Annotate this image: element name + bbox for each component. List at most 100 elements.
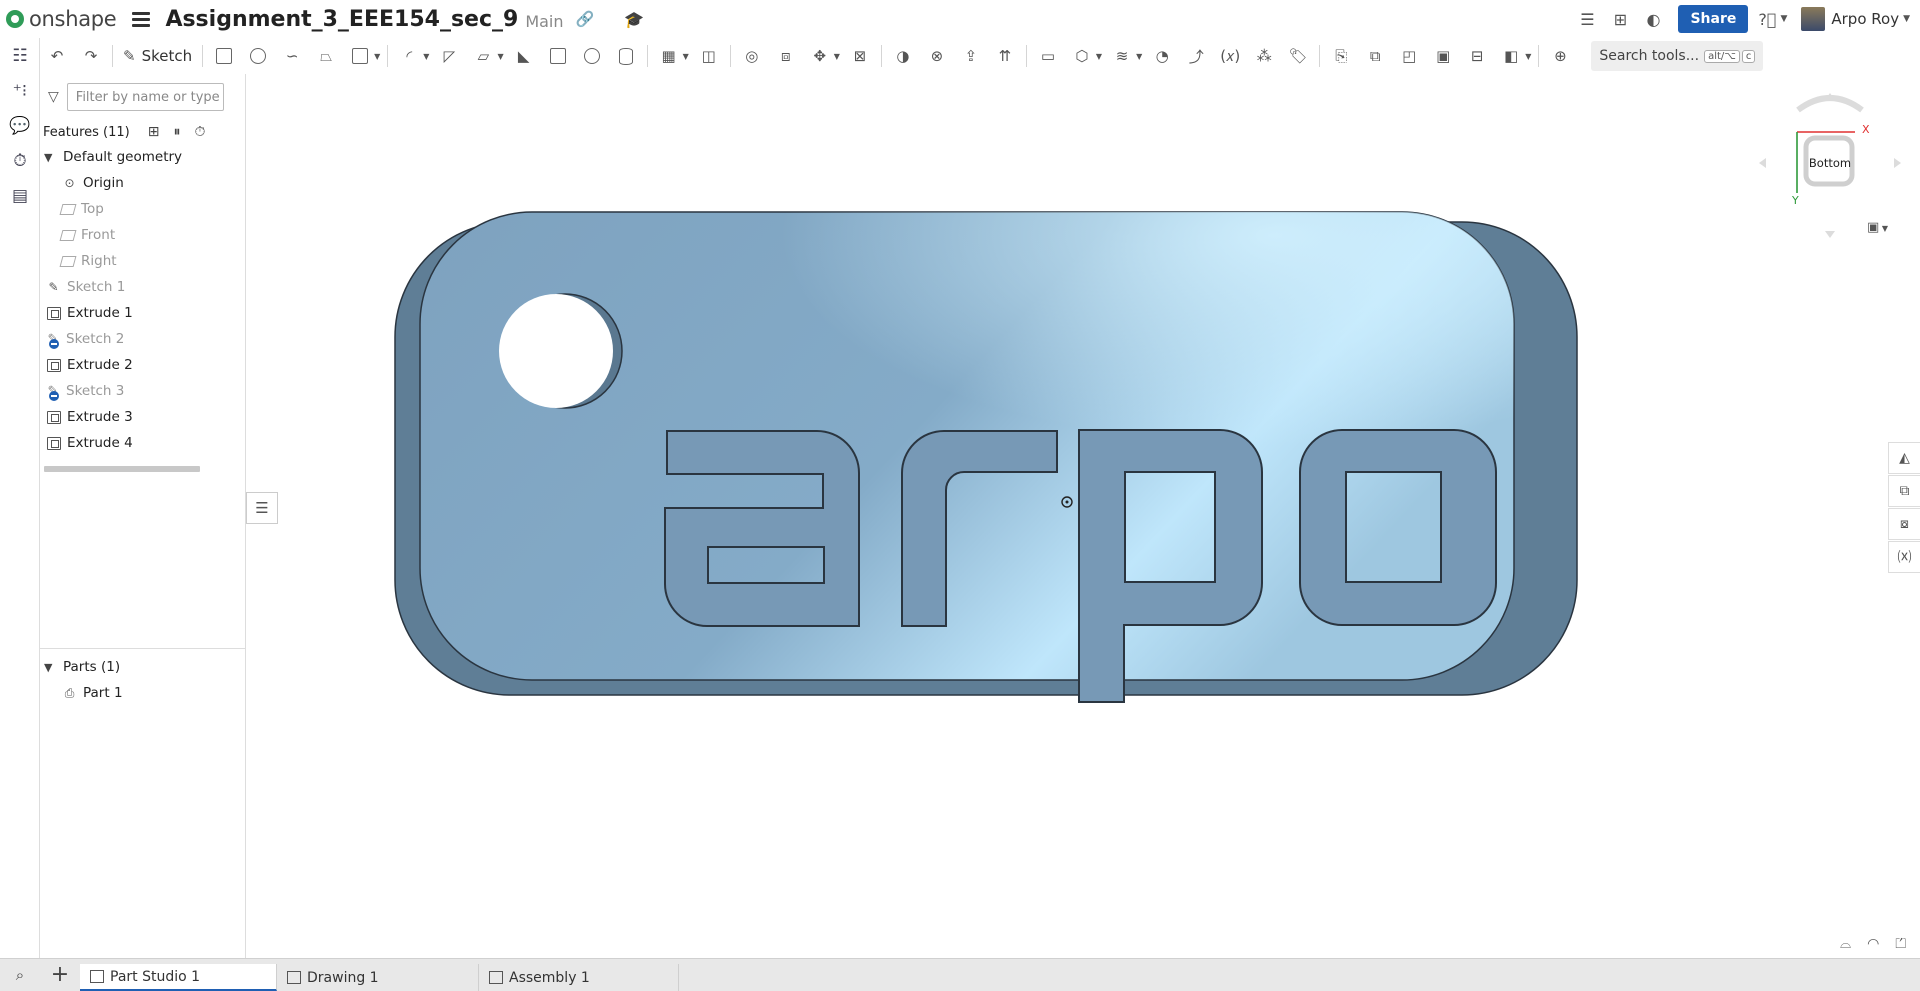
bill-of-materials-icon[interactable]: ▤ — [0, 178, 40, 213]
sheet-metal-icon[interactable]: ⎘ — [1327, 42, 1355, 70]
keyring-hole[interactable] — [499, 294, 613, 408]
add-tab-button[interactable]: + — [40, 958, 80, 991]
appearance-icon[interactable]: ◭ — [1888, 442, 1920, 474]
tree-item-extrude-3[interactable]: Extrude 3 — [40, 404, 245, 430]
search-tools-input[interactable]: Search tools... alt/⌥ c — [1591, 41, 1764, 71]
arrow-left-icon[interactable] — [1759, 158, 1766, 168]
chevron-down-icon[interactable]: ▼ — [44, 661, 58, 674]
tree-item-right[interactable]: Right — [40, 248, 245, 274]
revolve-icon[interactable] — [244, 42, 272, 70]
fillet-icon[interactable]: ◜ — [395, 42, 423, 70]
modify-fillet-icon[interactable]: ◑ — [889, 42, 917, 70]
tag-icon[interactable]: 🏷 — [1284, 42, 1312, 70]
part-properties-icon[interactable]: ⧉ — [1888, 475, 1920, 507]
render-mode-icon[interactable]: ◠ — [1867, 936, 1879, 952]
tree-item-front[interactable]: Front — [40, 222, 245, 248]
hole-icon[interactable] — [578, 42, 606, 70]
composite-part-icon[interactable]: ⁂ — [1250, 42, 1278, 70]
mirror-icon[interactable]: ◫ — [695, 42, 723, 70]
replace-face-icon[interactable]: ⇈ — [991, 42, 1019, 70]
move-face-icon[interactable]: ⇪ — [957, 42, 985, 70]
form-icon[interactable]: ▣ — [1429, 42, 1457, 70]
variables-panel-icon[interactable]: ⒳ — [1888, 541, 1920, 573]
flat-view-icon[interactable]: ◧ — [1497, 42, 1525, 70]
view-cube[interactable]: X Y Bottom ▣ ▼ — [1755, 88, 1905, 248]
chevron-down-icon[interactable]: ▼ — [834, 52, 840, 61]
tab-drawing-1[interactable]: Drawing 1 — [277, 964, 479, 991]
delete-face-icon[interactable]: ⊗ — [923, 42, 951, 70]
chevron-down-icon[interactable]: ▼ — [423, 52, 429, 61]
cylinder-icon[interactable] — [612, 42, 640, 70]
graphics-viewport[interactable] — [247, 74, 1887, 958]
configuration-icon[interactable]: ⧇ — [1888, 508, 1920, 540]
shell-icon[interactable] — [544, 42, 572, 70]
transform-icon[interactable]: ✥ — [806, 42, 834, 70]
sketch-button[interactable]: ✎ Sketch — [123, 47, 192, 65]
mate-connector-icon[interactable]: ⬡ — [1068, 42, 1096, 70]
tab-icon[interactable]: ◰ — [1395, 42, 1423, 70]
plane-icon[interactable]: ▭ — [1034, 42, 1062, 70]
draft-icon[interactable]: ▱ — [469, 42, 497, 70]
boolean-icon[interactable]: ◎ — [738, 42, 766, 70]
fit-spline-icon[interactable]: ⤴ — [1182, 42, 1210, 70]
measure-icon[interactable]: ◔ — [1148, 42, 1176, 70]
helix-icon[interactable]: ≋ — [1108, 42, 1136, 70]
tab-assembly-1[interactable]: Assembly 1 — [479, 964, 679, 991]
chamfer-icon[interactable]: ◸ — [435, 42, 463, 70]
flange-icon[interactable]: ⧉ — [1361, 42, 1389, 70]
rollback-timer-icon[interactable]: ⏱ — [194, 124, 205, 140]
chevron-down-icon[interactable]: ▼ — [1525, 52, 1531, 61]
tree-item-part-1[interactable]: ⎙ Part 1 — [40, 680, 246, 706]
add-item-icon[interactable]: ⁺⁝ — [0, 73, 40, 108]
view-menu-cube-icon[interactable]: ▣ ▼ — [1867, 220, 1888, 235]
tree-item-extrude-2[interactable]: Extrude 2 — [40, 352, 245, 378]
feature-list-icon[interactable]: ☷ — [0, 38, 40, 73]
document-list-icon[interactable]: ☰ — [1575, 7, 1599, 31]
share-button[interactable]: Share — [1678, 5, 1749, 33]
tree-item-extrude-1[interactable]: Extrude 1 — [40, 300, 245, 326]
chevron-down-icon[interactable]: ▼ — [374, 52, 380, 61]
pattern-icon[interactable]: ▦ — [655, 42, 683, 70]
named-views-icon[interactable]: ⏍ — [1895, 936, 1906, 952]
arrow-right-icon[interactable] — [1894, 158, 1901, 168]
pause-icon[interactable]: ⏸ — [173, 124, 180, 140]
onshape-logo[interactable]: onshape — [6, 7, 117, 31]
user-menu-chevron-icon[interactable]: ▼ — [1903, 14, 1910, 24]
user-name[interactable]: Arpo Roy — [1831, 10, 1899, 28]
branch-name[interactable]: Main — [525, 12, 563, 31]
tab-manager-search-icon[interactable]: ⌕ — [0, 958, 40, 991]
graduation-cap-icon[interactable]: 🎓 — [624, 10, 644, 29]
default-geometry-group[interactable]: ▼ Default geometry — [40, 144, 245, 170]
history-icon[interactable]: ⏱ — [0, 143, 40, 178]
bend-icon[interactable]: ⊟ — [1463, 42, 1491, 70]
rib-icon[interactable]: ◣ — [510, 42, 538, 70]
3d-model-view[interactable] — [247, 74, 1887, 958]
learning-center-icon[interactable]: ◐ — [1641, 7, 1665, 31]
avatar[interactable] — [1801, 7, 1826, 31]
chevron-down-icon[interactable]: ▼ — [44, 151, 58, 164]
thicken-icon[interactable] — [346, 42, 374, 70]
parts-group[interactable]: ▼ Parts (1) — [40, 654, 246, 680]
tree-item-sketch-2[interactable]: ✎ Sketch 2 — [40, 326, 245, 352]
help-menu[interactable]: ?⃝ ▼ — [1758, 10, 1787, 29]
letter-a[interactable] — [664, 430, 860, 627]
split-icon[interactable]: ⧈ — [772, 42, 800, 70]
filter-icon[interactable]: ▽ — [48, 89, 59, 105]
arrow-down-icon[interactable] — [1825, 231, 1835, 238]
loft-icon[interactable]: ⏢ — [312, 42, 340, 70]
chevron-down-icon[interactable]: ▼ — [683, 52, 689, 61]
tree-item-extrude-4[interactable]: Extrude 4 — [40, 430, 245, 456]
add-folder-icon[interactable]: ⊞ — [148, 124, 160, 140]
tree-item-sketch-3[interactable]: ✎ Sketch 3 — [40, 378, 245, 404]
filter-input[interactable] — [66, 83, 224, 111]
rollback-bar[interactable] — [44, 466, 200, 472]
link-icon[interactable]: 🔗 — [576, 10, 595, 28]
chevron-down-icon[interactable]: ▼ — [1096, 52, 1102, 61]
hamburger-menu-icon[interactable] — [132, 11, 151, 27]
panel-divider[interactable] — [40, 648, 246, 649]
add-custom-feature-icon[interactable]: ⊕ — [1546, 42, 1574, 70]
extrude-icon[interactable] — [210, 42, 238, 70]
undo-icon[interactable]: ↶ — [43, 42, 71, 70]
delete-part-icon[interactable]: ⊠ — [846, 42, 874, 70]
variable-icon[interactable]: (𝑥) — [1216, 42, 1244, 70]
